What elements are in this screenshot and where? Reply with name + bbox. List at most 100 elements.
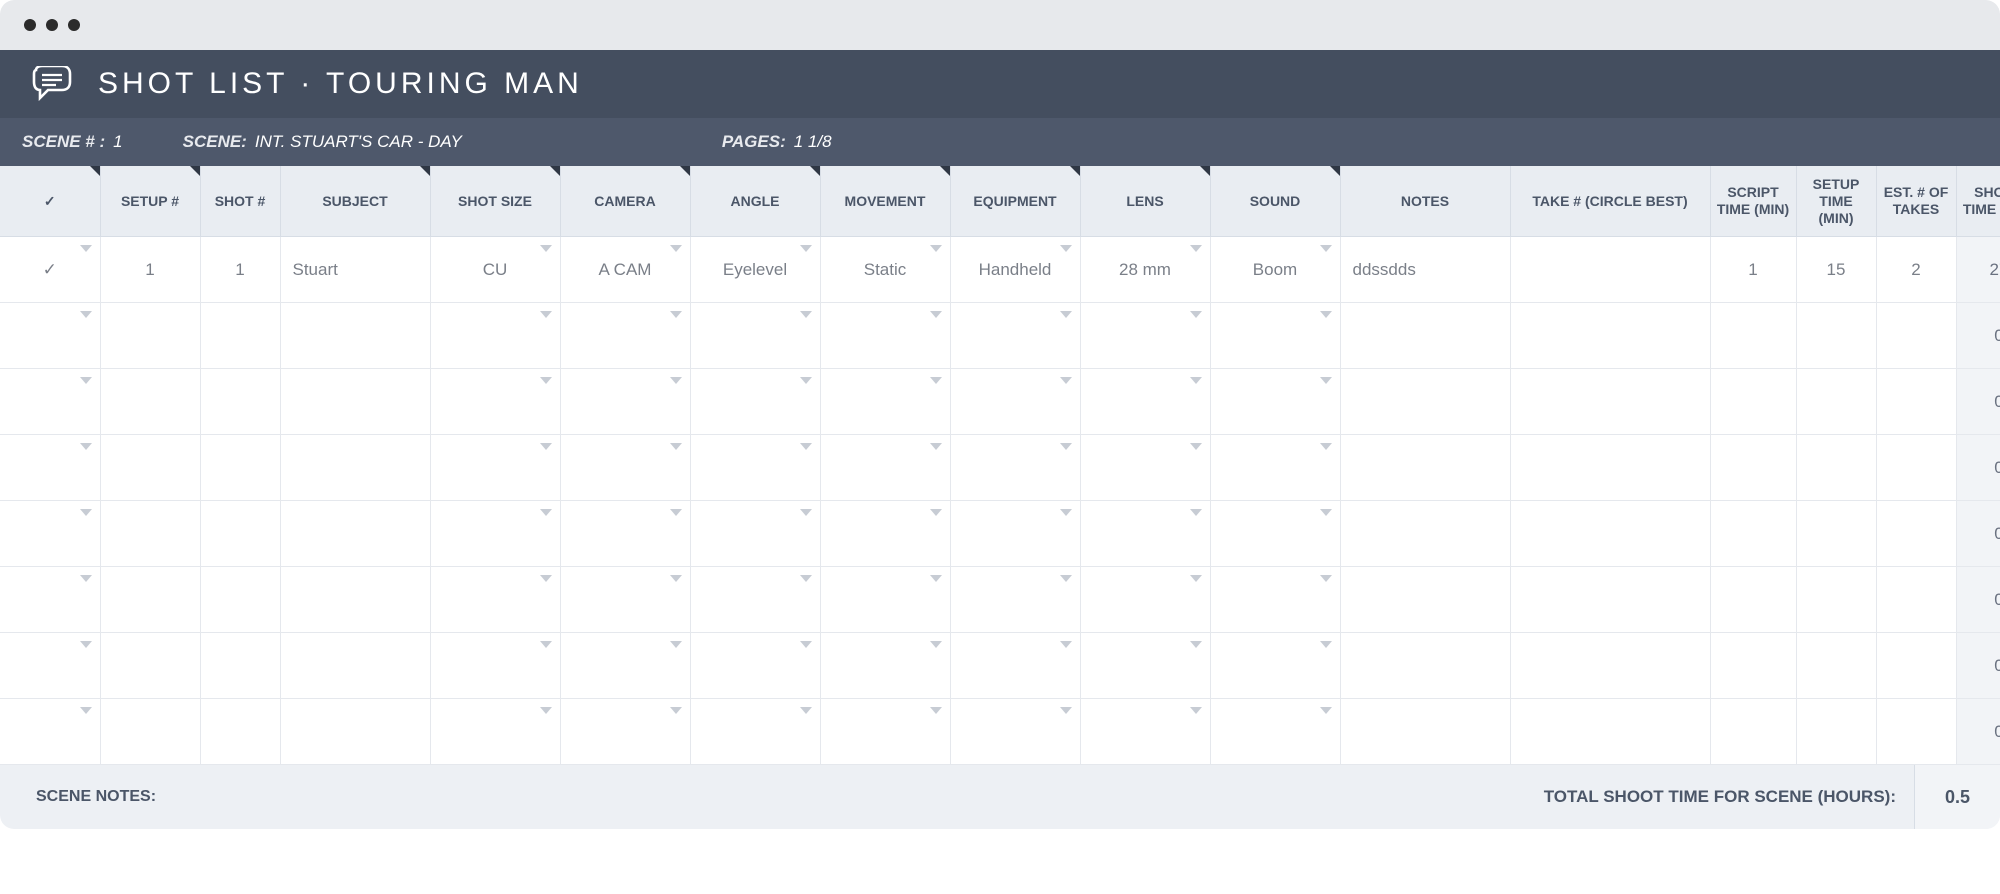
dropdown-icon[interactable] — [80, 707, 92, 714]
dropdown-icon[interactable] — [80, 377, 92, 384]
cell-shot[interactable] — [200, 567, 280, 633]
dropdown-icon[interactable] — [540, 641, 552, 648]
cell-camera[interactable] — [560, 435, 690, 501]
cell-subject[interactable] — [280, 699, 430, 765]
dropdown-icon[interactable] — [1320, 509, 1332, 516]
cell-subject[interactable] — [280, 633, 430, 699]
dropdown-icon[interactable] — [540, 443, 552, 450]
cell-lens[interactable] — [1080, 435, 1210, 501]
cell-script_time[interactable]: 1 — [1710, 237, 1796, 303]
cell-notes[interactable] — [1340, 699, 1510, 765]
cell-shot_size[interactable] — [430, 633, 560, 699]
col-setup[interactable]: SETUP # — [100, 166, 200, 237]
cell-setup[interactable] — [100, 435, 200, 501]
cell-equipment[interactable] — [950, 369, 1080, 435]
cell-notes[interactable] — [1340, 633, 1510, 699]
cell-shoot_time[interactable]: 0 — [1956, 699, 2000, 765]
cell-take[interactable] — [1510, 699, 1710, 765]
cell-sound[interactable] — [1210, 435, 1340, 501]
cell-setup_time[interactable] — [1796, 435, 1876, 501]
cell-take[interactable] — [1510, 501, 1710, 567]
dropdown-icon[interactable] — [670, 245, 682, 252]
cell-shot_size[interactable]: CU — [430, 237, 560, 303]
cell-movement[interactable] — [820, 633, 950, 699]
cell-setup[interactable] — [100, 303, 200, 369]
dropdown-icon[interactable] — [1320, 641, 1332, 648]
cell-notes[interactable] — [1340, 435, 1510, 501]
cell-shoot_time[interactable]: 27 — [1956, 237, 2000, 303]
dropdown-icon[interactable] — [670, 575, 682, 582]
cell-shoot_time[interactable]: 0 — [1956, 633, 2000, 699]
cell-shoot_time[interactable]: 0 — [1956, 435, 2000, 501]
dropdown-icon[interactable] — [800, 641, 812, 648]
cell-setup_time[interactable]: 15 — [1796, 237, 1876, 303]
cell-camera[interactable] — [560, 369, 690, 435]
cell-subject[interactable]: Stuart — [280, 237, 430, 303]
cell-subject[interactable] — [280, 501, 430, 567]
dropdown-icon[interactable] — [1320, 443, 1332, 450]
cell-lens[interactable] — [1080, 369, 1210, 435]
cell-shot[interactable] — [200, 435, 280, 501]
cell-movement[interactable] — [820, 501, 950, 567]
col-subject[interactable]: SUBJECT — [280, 166, 430, 237]
col-takes[interactable]: EST. # OF TAKES — [1876, 166, 1956, 237]
scene-number-value[interactable]: 1 — [113, 132, 122, 152]
cell-subject[interactable] — [280, 435, 430, 501]
cell-equipment[interactable] — [950, 567, 1080, 633]
dropdown-icon[interactable] — [930, 245, 942, 252]
cell-shot_size[interactable] — [430, 501, 560, 567]
dropdown-icon[interactable] — [1190, 641, 1202, 648]
cell-script_time[interactable] — [1710, 699, 1796, 765]
cell-takes[interactable]: 2 — [1876, 237, 1956, 303]
dropdown-icon[interactable] — [800, 575, 812, 582]
cell-shot[interactable]: 1 — [200, 237, 280, 303]
dropdown-icon[interactable] — [1060, 509, 1072, 516]
col-movement[interactable]: MOVEMENT — [820, 166, 950, 237]
col-shoot-time[interactable]: SHOOT TIME (MIN) — [1956, 166, 2000, 237]
cell-angle[interactable] — [690, 633, 820, 699]
cell-take[interactable] — [1510, 303, 1710, 369]
dropdown-icon[interactable] — [80, 443, 92, 450]
cell-angle[interactable] — [690, 501, 820, 567]
pages-value[interactable]: 1 1/8 — [794, 132, 832, 152]
dropdown-icon[interactable] — [1320, 377, 1332, 384]
cell-take[interactable] — [1510, 567, 1710, 633]
cell-lens[interactable] — [1080, 303, 1210, 369]
cell-equipment[interactable] — [950, 501, 1080, 567]
cell-lens[interactable] — [1080, 567, 1210, 633]
dropdown-icon[interactable] — [800, 443, 812, 450]
col-script-time[interactable]: SCRIPT TIME (MIN) — [1710, 166, 1796, 237]
cell-take[interactable] — [1510, 237, 1710, 303]
cell-shot[interactable] — [200, 369, 280, 435]
cell-script_time[interactable] — [1710, 567, 1796, 633]
cell-notes[interactable] — [1340, 567, 1510, 633]
cell-angle[interactable] — [690, 567, 820, 633]
cell-subject[interactable] — [280, 567, 430, 633]
dropdown-icon[interactable] — [670, 707, 682, 714]
dropdown-icon[interactable] — [670, 443, 682, 450]
col-sound[interactable]: SOUND — [1210, 166, 1340, 237]
cell-takes[interactable] — [1876, 303, 1956, 369]
cell-equipment[interactable] — [950, 435, 1080, 501]
dropdown-icon[interactable] — [930, 311, 942, 318]
window-dot-icon[interactable] — [46, 19, 58, 31]
cell-movement[interactable] — [820, 369, 950, 435]
col-shot-size[interactable]: SHOT SIZE — [430, 166, 560, 237]
cell-setup_time[interactable] — [1796, 303, 1876, 369]
cell-takes[interactable] — [1876, 567, 1956, 633]
col-check[interactable]: ✓ — [0, 166, 100, 237]
col-angle[interactable]: ANGLE — [690, 166, 820, 237]
dropdown-icon[interactable] — [930, 377, 942, 384]
dropdown-icon[interactable] — [80, 311, 92, 318]
col-shot[interactable]: SHOT # — [200, 166, 280, 237]
cell-takes[interactable] — [1876, 435, 1956, 501]
dropdown-icon[interactable] — [670, 311, 682, 318]
dropdown-icon[interactable] — [930, 641, 942, 648]
col-lens[interactable]: LENS — [1080, 166, 1210, 237]
dropdown-icon[interactable] — [1060, 311, 1072, 318]
dropdown-icon[interactable] — [1190, 443, 1202, 450]
dropdown-icon[interactable] — [930, 575, 942, 582]
dropdown-icon[interactable] — [1060, 707, 1072, 714]
cell-shot_size[interactable] — [430, 303, 560, 369]
cell-script_time[interactable] — [1710, 369, 1796, 435]
